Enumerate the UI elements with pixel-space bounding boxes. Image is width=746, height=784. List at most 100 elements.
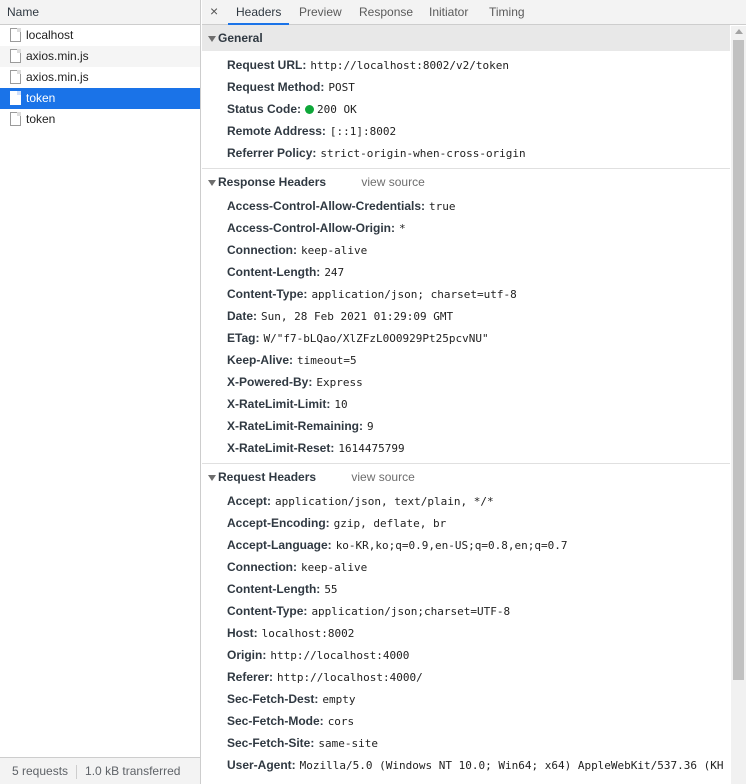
request-name: token <box>26 112 56 126</box>
response-header-row: Date: Sun, 28 Feb 2021 01:29:09 GMT <box>202 305 730 327</box>
request-list: localhost axios.min.js axios.min.js toke… <box>0 25 200 130</box>
header-key: Content-Length: <box>227 582 321 596</box>
document-icon <box>10 28 21 42</box>
header-key: X-RateLimit-Reset: <box>227 441 335 455</box>
transferred-size: 1.0 kB transferred <box>85 764 181 778</box>
tab-response[interactable]: Response <box>351 0 421 25</box>
tab-initiator[interactable]: Initiator <box>421 0 476 25</box>
response-header-row: X-RateLimit-Reset: 1614475799 <box>202 437 730 459</box>
response-header-row: Access-Control-Allow-Origin: * <box>202 217 730 239</box>
header-key: Sec-Fetch-Mode: <box>227 714 324 728</box>
request-header-row: Referer: http://localhost:4000/ <box>202 666 730 688</box>
header-key: Content-Type: <box>227 287 308 301</box>
header-value: empty <box>322 693 356 706</box>
scroll-up-arrow-icon[interactable] <box>735 29 743 34</box>
request-row-localhost[interactable]: localhost <box>0 25 200 46</box>
header-key: Request URL: <box>227 58 307 72</box>
request-header-row: Content-Type: application/json;charset=UT… <box>202 600 730 622</box>
header-value: W/"f7-bLQao/XlZFzL0O0929Pt25pcvNU" <box>263 332 489 345</box>
request-header-row: Origin: http://localhost:4000 <box>202 644 730 666</box>
header-value: ko-KR,ko;q=0.9,en-US;q=0.8,en;q=0.7 <box>335 539 568 552</box>
status-code-row: Status Code: 200 OK <box>202 98 730 120</box>
header-key: Accept: <box>227 494 272 508</box>
response-header-row: ETag: W/"f7-bLQao/XlZFzL0O0929Pt25pcvNU" <box>202 327 730 349</box>
header-value: 55 <box>324 583 338 596</box>
section-title: General <box>218 31 263 45</box>
header-key: Origin: <box>227 648 267 662</box>
response-header-row: Content-Type: application/json; charset=u… <box>202 283 730 305</box>
header-value: Express <box>316 376 363 389</box>
request-row-token[interactable]: token <box>0 109 200 130</box>
header-value: cors <box>327 715 355 728</box>
response-header-row: X-Powered-By: Express <box>202 371 730 393</box>
header-value: application/json;charset=UTF-8 <box>311 605 511 618</box>
request-header-row: Accept: application/json, text/plain, */* <box>202 490 730 512</box>
header-value: application/json, text/plain, */* <box>275 495 494 508</box>
name-column-header[interactable]: Name <box>0 0 200 25</box>
header-key: User-Agent: <box>227 758 296 772</box>
close-icon[interactable]: × <box>210 4 218 18</box>
tab-timing[interactable]: Timing <box>481 0 533 25</box>
detail-tab-bar: × Headers Preview Response Initiator Tim… <box>202 0 746 25</box>
response-header-row: Content-Length: 247 <box>202 261 730 283</box>
header-key: Access-Control-Allow-Credentials: <box>227 199 426 213</box>
header-value: timeout=5 <box>297 354 357 367</box>
header-key: Referer: <box>227 670 274 684</box>
response-header-row: Connection: keep-alive <box>202 239 730 261</box>
response-headers-section-header[interactable]: Response Headers view source <box>202 169 730 195</box>
request-header-row: Accept-Language: ko-KR,ko;q=0.9,en-US;q=0… <box>202 534 730 556</box>
response-header-row: X-RateLimit-Remaining: 9 <box>202 415 730 437</box>
request-details-panel: × Headers Preview Response Initiator Tim… <box>202 0 746 784</box>
response-headers-section: Response Headers view source Access-Cont… <box>202 169 730 464</box>
request-header-row: Connection: keep-alive <box>202 556 730 578</box>
header-value: 200 OK <box>317 103 357 116</box>
header-key: Referrer Policy: <box>227 146 317 160</box>
request-count: 5 requests <box>12 764 69 778</box>
request-name: axios.min.js <box>26 70 89 84</box>
vertical-scrollbar[interactable] <box>731 26 746 784</box>
header-key: X-RateLimit-Remaining: <box>227 419 364 433</box>
header-key: Date: <box>227 309 258 323</box>
header-key: Accept-Language: <box>227 538 332 552</box>
view-source-link[interactable]: view source <box>361 175 424 189</box>
header-value: http://localhost:8002/v2/token <box>310 59 510 72</box>
document-icon <box>10 91 21 105</box>
header-value: http://localhost:4000 <box>270 649 410 662</box>
header-key: Sec-Fetch-Dest: <box>227 692 319 706</box>
response-header-list: Access-Control-Allow-Credentials: true Ac… <box>202 195 730 459</box>
request-header-row: Sec-Fetch-Site: same-site <box>202 732 730 754</box>
header-value: keep-alive <box>301 561 368 574</box>
request-headers-section-header[interactable]: Request Headers view source <box>202 464 730 490</box>
document-icon <box>10 112 21 126</box>
request-name: localhost <box>26 28 74 42</box>
section-title: Request Headers <box>218 470 317 484</box>
tab-headers[interactable]: Headers <box>228 0 290 25</box>
header-value: 247 <box>324 266 345 279</box>
request-header-row: Content-Length: 55 <box>202 578 730 600</box>
header-key: Access-Control-Allow-Origin: <box>227 221 396 235</box>
header-value: 1614475799 <box>338 442 405 455</box>
request-row-axios-2[interactable]: axios.min.js <box>0 67 200 88</box>
header-key: Status Code: <box>227 102 302 116</box>
request-header-row: Host: localhost:8002 <box>202 622 730 644</box>
request-row-token-selected[interactable]: token <box>0 88 200 109</box>
header-key: Connection: <box>227 243 297 257</box>
scrollbar-thumb[interactable] <box>733 40 744 680</box>
request-header-row: Sec-Fetch-Mode: cors <box>202 710 730 732</box>
tab-preview[interactable]: Preview <box>291 0 350 25</box>
header-key: X-RateLimit-Limit: <box>227 397 331 411</box>
triangle-down-icon <box>208 180 216 186</box>
response-header-row: X-RateLimit-Limit: 10 <box>202 393 730 415</box>
header-value: 9 <box>367 420 374 433</box>
header-key: Content-Length: <box>227 265 321 279</box>
header-value: keep-alive <box>301 244 368 257</box>
section-title: Response Headers <box>218 175 327 189</box>
triangle-down-icon <box>208 475 216 481</box>
header-value: same-site <box>318 737 378 750</box>
referrer-policy-row: Referrer Policy: strict-origin-when-cross… <box>202 142 730 164</box>
request-row-axios-1[interactable]: axios.min.js <box>0 46 200 67</box>
view-source-link[interactable]: view source <box>351 470 414 484</box>
general-section-header[interactable]: General <box>202 25 730 51</box>
request-header-row: Accept-Encoding: gzip, deflate, br <box>202 512 730 534</box>
response-header-row: Keep-Alive: timeout=5 <box>202 349 730 371</box>
